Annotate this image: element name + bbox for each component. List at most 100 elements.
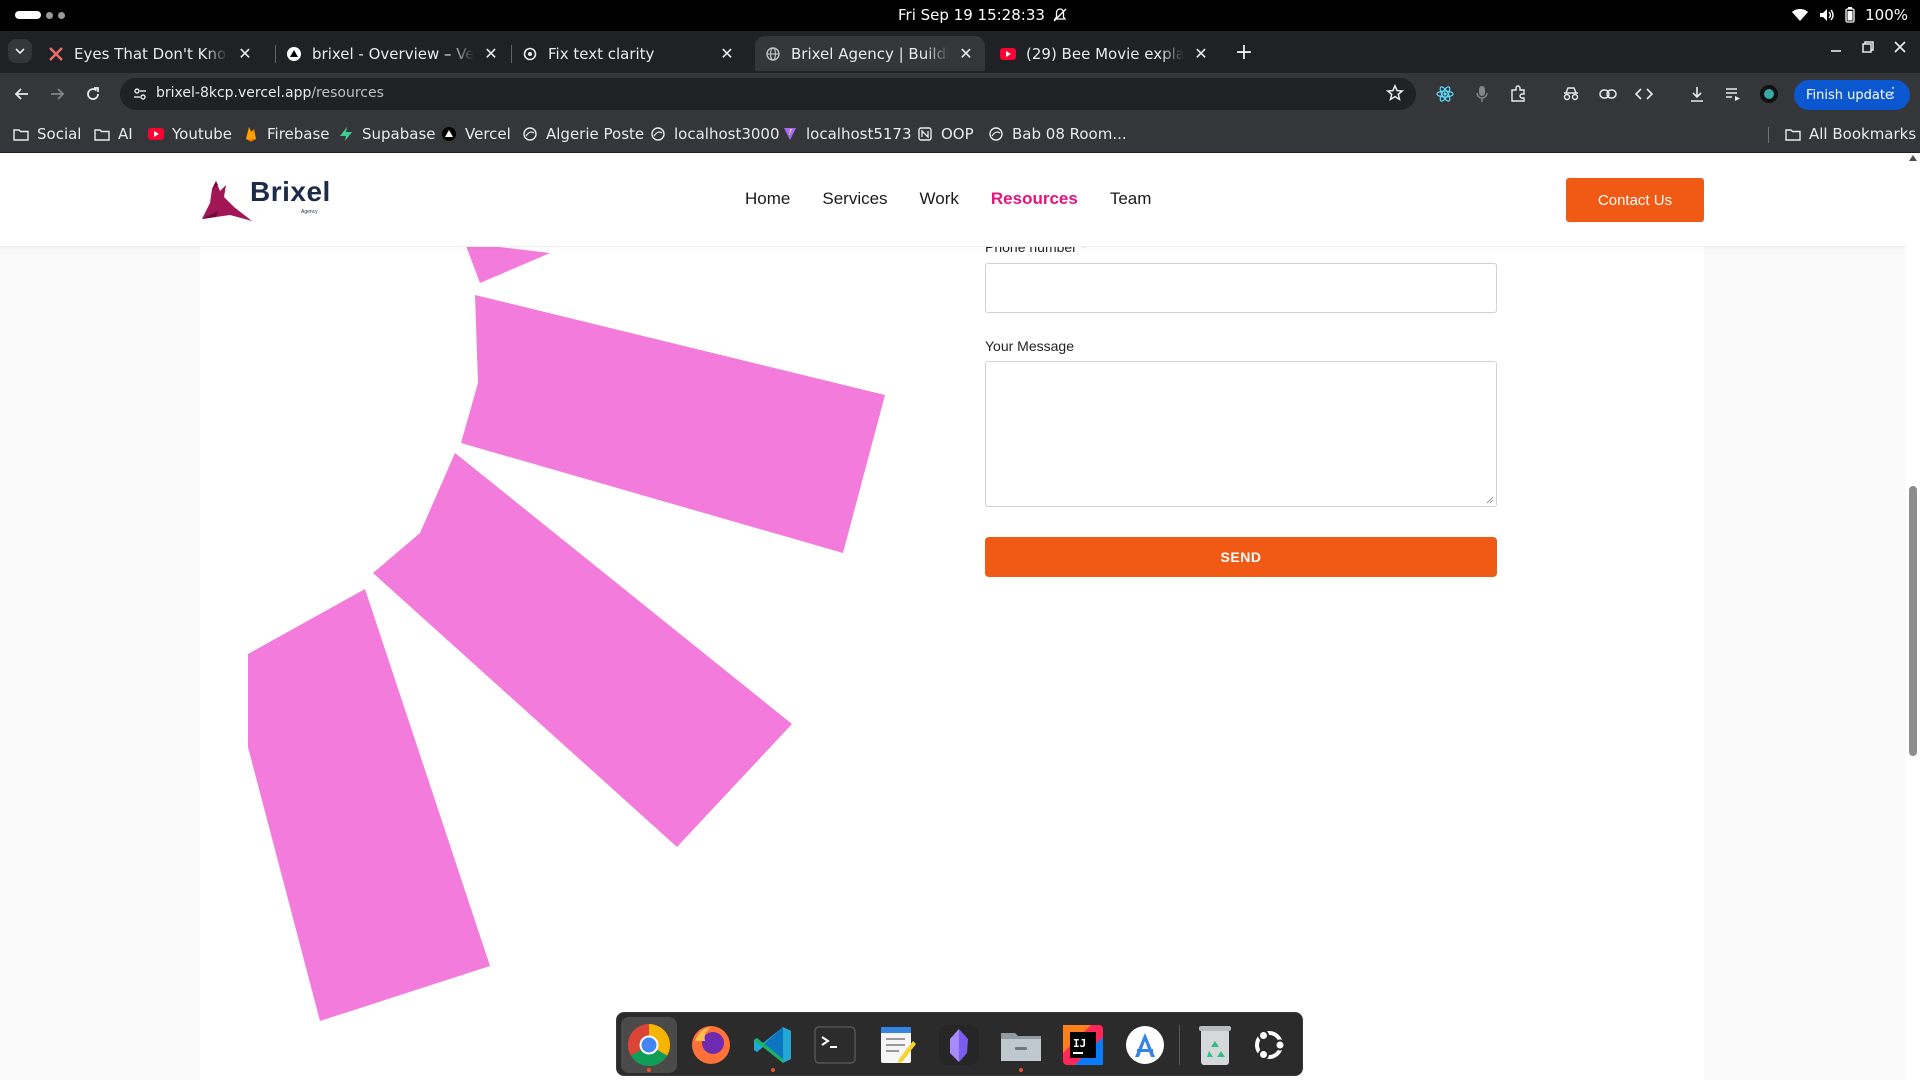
- volume-icon: [1820, 9, 1834, 21]
- bookmark-vercel[interactable]: Vercel: [441, 123, 511, 145]
- resize-grip-icon[interactable]: [1486, 496, 1494, 504]
- minimize-icon[interactable]: [1830, 41, 1842, 53]
- text-editor-icon: [881, 1027, 916, 1063]
- nav-home[interactable]: Home: [745, 189, 790, 209]
- activities-indicator[interactable]: [15, 11, 65, 19]
- back-icon[interactable]: [11, 83, 33, 105]
- dock-intellij[interactable]: IJ: [1055, 1017, 1111, 1073]
- close-tab-icon[interactable]: ✕: [236, 44, 254, 63]
- system-tray[interactable]: 100%: [1791, 6, 1908, 24]
- datetime-text: Fri Sep 19 15:28:33: [898, 6, 1045, 24]
- dock-terminal[interactable]: [807, 1017, 863, 1073]
- tab-title: Brixel Agency | Building Experiences: [791, 44, 949, 63]
- dock-trash[interactable]: [1187, 1017, 1243, 1073]
- dock-app-center[interactable]: [1117, 1017, 1173, 1073]
- firefox-icon: [692, 1026, 730, 1064]
- message-textarea[interactable]: [985, 361, 1497, 507]
- bookmark-bab-08-room[interactable]: Bab 08 Room...: [988, 123, 1127, 145]
- bookmark-social[interactable]: Social: [13, 123, 81, 145]
- nav-services[interactable]: Services: [822, 189, 887, 209]
- bookmark-oop[interactable]: OOP: [917, 123, 974, 145]
- tab-brixel-agency[interactable]: Brixel Agency | Building Experiences ✕: [755, 36, 985, 71]
- react-devtools-icon[interactable]: [1434, 83, 1456, 105]
- scroll-up-arrow-icon[interactable]: [1909, 155, 1917, 161]
- new-tab-button[interactable]: +: [1232, 42, 1256, 67]
- nav-resources[interactable]: Resources: [991, 189, 1078, 209]
- page-scrollbar[interactable]: [1905, 153, 1920, 1080]
- incognito-extension-icon[interactable]: [1560, 83, 1582, 105]
- send-button[interactable]: SEND: [985, 537, 1497, 577]
- extensions-icon[interactable]: [1507, 83, 1529, 105]
- bookmark-ai[interactable]: AI: [94, 123, 133, 145]
- reload-icon[interactable]: [82, 83, 104, 105]
- link-icon[interactable]: [1597, 83, 1619, 105]
- bookmark-label: Vercel: [465, 125, 511, 143]
- bookmark-localhost5173[interactable]: localhost5173: [782, 123, 912, 145]
- phone-number-input[interactable]: [985, 263, 1497, 313]
- bookmark-localhost3000[interactable]: localhost3000: [650, 123, 780, 145]
- close-window-icon[interactable]: [1894, 41, 1906, 53]
- bookmark-label: Supabase: [362, 125, 436, 143]
- url-path: /resources: [311, 85, 384, 101]
- system-top-bar: Fri Sep 19 15:28:33 100%: [0, 0, 1920, 31]
- all-bookmarks[interactable]: All Bookmarks: [1785, 123, 1916, 145]
- finish-update-button[interactable]: Finish update ⋮: [1794, 80, 1910, 110]
- bookmark-youtube[interactable]: Youtube: [148, 123, 232, 145]
- close-tab-icon[interactable]: ✕: [718, 44, 736, 63]
- bookmark-supabase[interactable]: Supabase: [338, 123, 436, 145]
- contact-us-button[interactable]: Contact Us: [1566, 178, 1704, 222]
- close-tab-icon[interactable]: ✕: [957, 44, 975, 63]
- restore-icon[interactable]: [1862, 41, 1874, 53]
- vercel-icon: [441, 126, 457, 142]
- clock[interactable]: Fri Sep 19 15:28:33: [898, 6, 1067, 24]
- code-icon[interactable]: [1633, 83, 1655, 105]
- workspace-dot: [58, 11, 65, 19]
- bookmark-label: localhost3000: [674, 125, 780, 143]
- tab-search-button[interactable]: [8, 39, 32, 63]
- profile-avatar-icon[interactable]: [1758, 83, 1780, 105]
- notion-icon: [917, 126, 933, 142]
- tab-eyes-that-dont-know-me[interactable]: Eyes That Don't Know Me ✕: [38, 36, 264, 71]
- tab-bee-movie-explained[interactable]: (29) Bee Movie explained ✕: [990, 36, 1220, 71]
- brixel-logo[interactable]: Brixel Agency: [200, 173, 340, 223]
- terminal-icon: [814, 1026, 856, 1064]
- download-icon[interactable]: [1686, 83, 1708, 105]
- tab-strip: Eyes That Don't Know Me ✕ brixel - Overv…: [0, 31, 1920, 73]
- running-indicator: [771, 1068, 775, 1072]
- nav-work[interactable]: Work: [920, 189, 959, 209]
- dock-files[interactable]: [993, 1017, 1049, 1073]
- vercel-triangle-icon: [286, 46, 302, 62]
- close-tab-icon[interactable]: ✕: [1192, 44, 1210, 63]
- forward-icon[interactable]: [46, 83, 68, 105]
- bird-logo-icon: [202, 181, 252, 221]
- files-icon: [1001, 1033, 1041, 1061]
- close-tab-icon[interactable]: ✕: [482, 44, 500, 63]
- bookmark-star-icon[interactable]: [1385, 83, 1405, 106]
- address-bar[interactable]: brixel-8kcp.vercel.app/resources: [120, 78, 1416, 110]
- media-queue-icon[interactable]: [1722, 83, 1744, 105]
- tab-brixel-vercel[interactable]: brixel - Overview – Vercel ✕: [276, 36, 510, 71]
- finish-update-label: Finish update: [1806, 87, 1893, 103]
- dock-chrome[interactable]: [621, 1017, 677, 1073]
- dock-text-editor[interactable]: [869, 1017, 925, 1073]
- microphone-icon[interactable]: [1471, 83, 1493, 105]
- globe-icon: [650, 126, 666, 142]
- vscode-icon: [754, 1027, 791, 1063]
- dock-show-apps[interactable]: [1241, 1017, 1297, 1073]
- kebab-menu-icon[interactable]: ⋮: [1886, 85, 1900, 101]
- bookmark-algerie-poste[interactable]: Algerie Poste: [522, 123, 644, 145]
- bookmark-label: OOP: [941, 125, 974, 143]
- window-controls: [1830, 41, 1906, 53]
- site-info-icon[interactable]: [130, 84, 150, 104]
- dock-vscode[interactable]: [745, 1017, 801, 1073]
- chevron-down-icon: [15, 48, 25, 54]
- trash-icon: [1199, 1026, 1231, 1065]
- workspace-dot: [46, 11, 53, 19]
- dock-firefox[interactable]: [683, 1017, 739, 1073]
- dock-obsidian[interactable]: [931, 1017, 987, 1073]
- tab-fix-text-clarity[interactable]: Fix text clarity ✕: [512, 36, 746, 71]
- tab-title: Fix text clarity: [548, 44, 655, 63]
- nav-team[interactable]: Team: [1110, 189, 1152, 209]
- bookmark-firebase[interactable]: Firebase: [243, 123, 330, 145]
- scroll-thumb[interactable]: [1909, 486, 1917, 756]
